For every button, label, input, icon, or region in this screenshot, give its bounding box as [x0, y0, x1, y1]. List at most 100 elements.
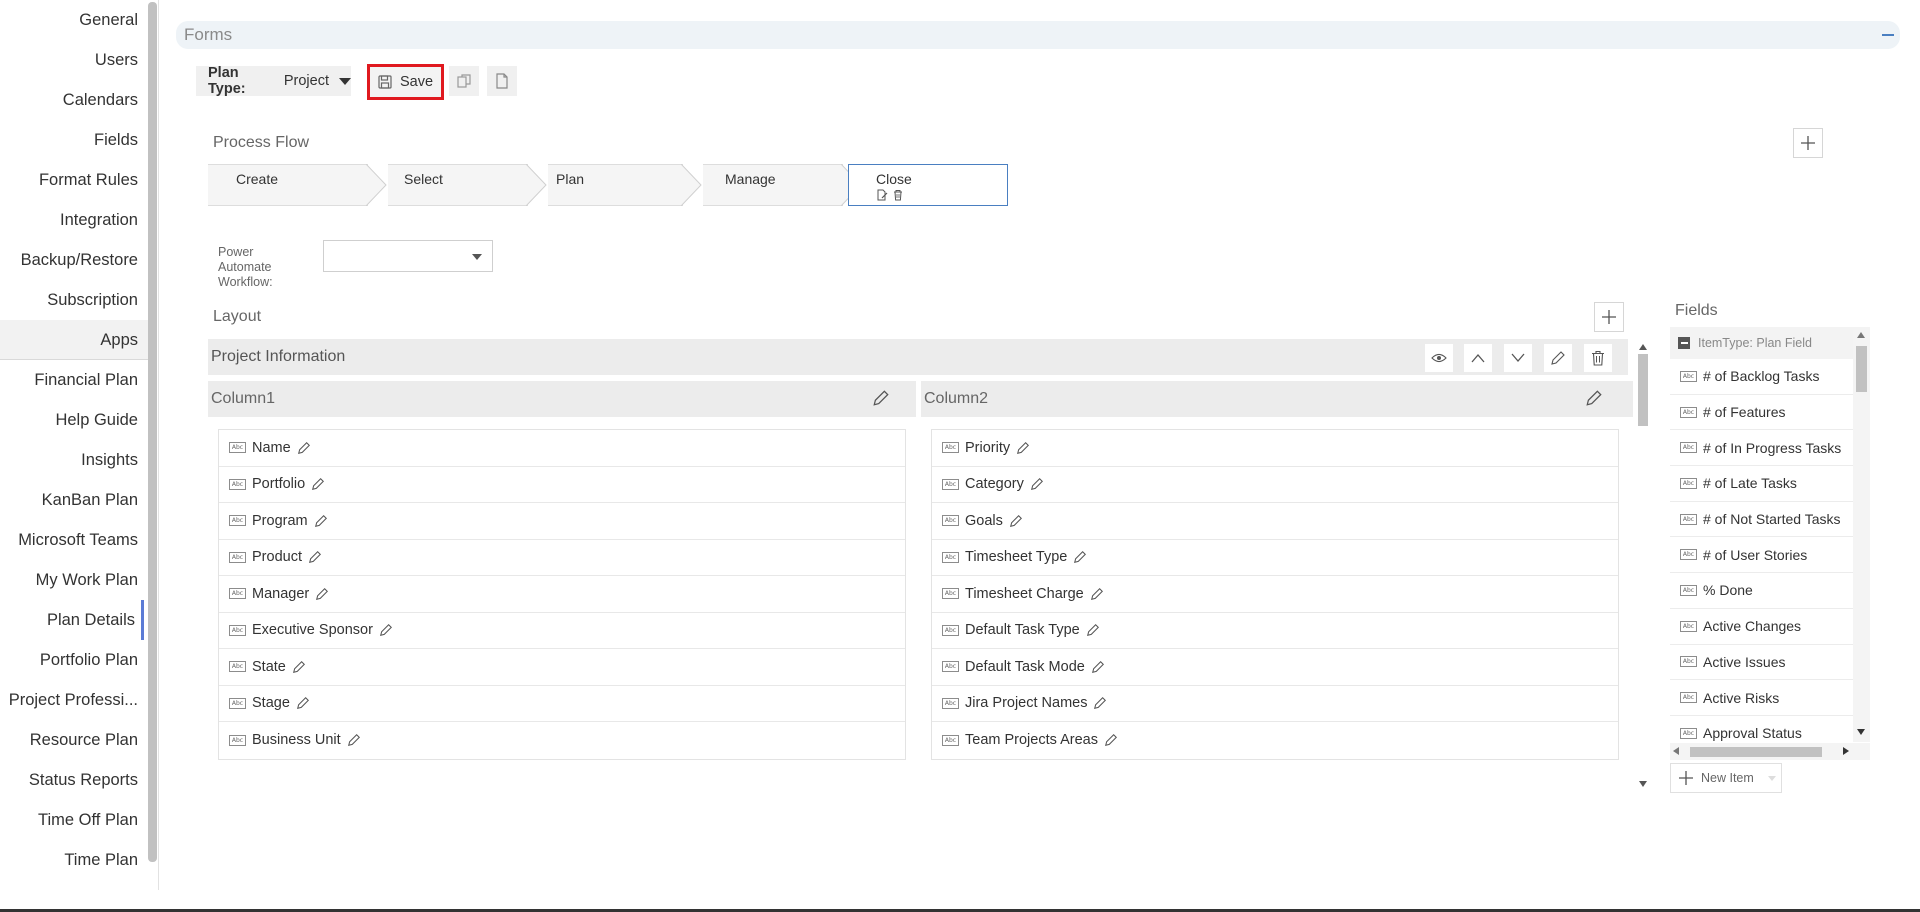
pencil-icon[interactable]	[872, 389, 890, 407]
layout-field-row[interactable]: Abc Timesheet Type	[932, 540, 1618, 576]
pencil-icon[interactable]	[308, 550, 322, 564]
pencil-icon[interactable]	[1030, 477, 1044, 491]
layout-field-row[interactable]: Abc Goals	[932, 503, 1618, 540]
pencil-icon[interactable]	[1091, 660, 1105, 674]
layout-field-row[interactable]: Abc Category	[932, 467, 1618, 503]
available-field-item[interactable]: Abc # of Features	[1670, 395, 1870, 431]
sidebar-item-financial-plan[interactable]: Financial Plan	[0, 360, 138, 400]
layout-field-row[interactable]: Abc Default Task Mode	[932, 649, 1618, 686]
available-field-item[interactable]: Abc Active Issues	[1670, 645, 1870, 681]
pencil-icon[interactable]	[296, 696, 310, 710]
forms-header[interactable]: Forms	[176, 21, 1900, 49]
layout-field-row[interactable]: Abc Name	[219, 430, 905, 467]
layout-field-row[interactable]: Abc Product	[219, 540, 905, 576]
edit-section-button[interactable]	[1544, 344, 1572, 372]
sidebar-item-users[interactable]: Users	[0, 40, 138, 80]
layout-field-row[interactable]: Abc Timesheet Charge	[932, 576, 1618, 613]
flow-step-create[interactable]: Create	[208, 164, 368, 206]
available-field-item[interactable]: Abc # of Not Started Tasks	[1670, 502, 1870, 538]
scroll-left-icon[interactable]	[1673, 747, 1679, 755]
sidebar-item-fields[interactable]: Fields	[0, 120, 138, 160]
sidebar-item-portfolio-plan[interactable]: Portfolio Plan	[0, 640, 138, 680]
add-process-step-button[interactable]	[1793, 128, 1823, 158]
sidebar-item-microsoft-teams[interactable]: Microsoft Teams	[0, 520, 138, 560]
layout-field-row[interactable]: Abc Business Unit	[219, 722, 905, 759]
column2-header[interactable]: Column2	[921, 381, 1633, 417]
pencil-icon[interactable]	[311, 477, 325, 491]
pencil-icon[interactable]	[1016, 441, 1030, 455]
pencil-icon[interactable]	[1093, 696, 1107, 710]
sidebar-item-my-work-plan[interactable]: My Work Plan	[0, 560, 138, 600]
layout-field-row[interactable]: Abc Default Task Type	[932, 613, 1618, 649]
pencil-icon[interactable]	[1086, 623, 1100, 637]
fields-group-header[interactable]: ItemType: Plan Field	[1670, 327, 1870, 359]
layout-field-row[interactable]: Abc Program	[219, 503, 905, 540]
sidebar-item-format-rules[interactable]: Format Rules	[0, 160, 138, 200]
move-down-button[interactable]	[1504, 344, 1532, 372]
layout-field-row[interactable]: Abc Jira Project Names	[932, 686, 1618, 722]
pencil-icon[interactable]	[315, 587, 329, 601]
sidebar-item-status-reports[interactable]: Status Reports	[0, 760, 138, 800]
pencil-icon[interactable]	[297, 441, 311, 455]
available-field-item[interactable]: Abc # of Backlog Tasks	[1670, 359, 1870, 395]
sidebar-scrollbar-thumb[interactable]	[148, 2, 157, 862]
edit-icon[interactable]	[876, 189, 888, 201]
plan-type-dropdown[interactable]: Plan Type: Project	[196, 65, 351, 97]
pencil-icon[interactable]	[1009, 514, 1023, 528]
sidebar-item-kanban-plan[interactable]: KanBan Plan	[0, 480, 138, 520]
sidebar-item-backup-restore[interactable]: Backup/Restore	[0, 240, 138, 280]
layout-field-row[interactable]: Abc Priority	[932, 430, 1618, 467]
sidebar-item-project-professi[interactable]: Project Professi...	[0, 680, 138, 720]
sidebar-item-help-guide[interactable]: Help Guide	[0, 400, 138, 440]
layout-field-row[interactable]: Abc Executive Sponsor	[219, 613, 905, 649]
power-automate-select[interactable]	[323, 240, 493, 272]
available-field-item[interactable]: Abc % Done	[1670, 573, 1870, 609]
available-field-item[interactable]: Abc # of Late Tasks	[1670, 466, 1870, 502]
collapse-icon[interactable]	[1882, 34, 1894, 36]
collapse-group-icon[interactable]	[1678, 337, 1690, 349]
pencil-icon[interactable]	[379, 623, 393, 637]
pencil-icon[interactable]	[314, 514, 328, 528]
pencil-icon[interactable]	[1104, 733, 1118, 747]
scroll-up-icon[interactable]	[1638, 343, 1648, 351]
fields-vertical-scrollbar-thumb[interactable]	[1856, 346, 1867, 392]
column1-header[interactable]: Column1	[208, 381, 916, 417]
sidebar-item-integration[interactable]: Integration	[0, 200, 138, 240]
available-field-item[interactable]: Abc # of User Stories	[1670, 537, 1870, 574]
sidebar-item-resource-plan[interactable]: Resource Plan	[0, 720, 138, 760]
new-item-button[interactable]: New Item	[1670, 763, 1782, 793]
layout-field-row[interactable]: Abc State	[219, 649, 905, 686]
pencil-icon[interactable]	[292, 660, 306, 674]
pencil-icon[interactable]	[347, 733, 361, 747]
scroll-up-icon[interactable]	[1857, 332, 1865, 338]
delete-section-button[interactable]	[1584, 344, 1612, 372]
sidebar-item-calendars[interactable]: Calendars	[0, 80, 138, 120]
available-field-item[interactable]: Abc Active Changes	[1670, 609, 1870, 645]
sidebar-item-apps[interactable]: Apps	[0, 320, 148, 360]
flow-step-manage[interactable]: Manage	[703, 164, 843, 206]
layout-field-row[interactable]: Abc Team Projects Areas	[932, 722, 1618, 759]
available-field-item[interactable]: Abc Active Risks	[1670, 680, 1870, 716]
pencil-icon[interactable]	[1090, 587, 1104, 601]
add-section-button[interactable]	[1594, 302, 1624, 332]
section-header[interactable]: Project Information	[208, 339, 1628, 375]
save-button[interactable]: Save	[367, 64, 444, 100]
sidebar-item-time-off-plan[interactable]: Time Off Plan	[0, 800, 138, 840]
sidebar-item-general[interactable]: General	[0, 0, 138, 40]
layout-scrollbar-thumb[interactable]	[1638, 354, 1648, 426]
pencil-icon[interactable]	[1585, 389, 1603, 407]
available-field-item[interactable]: Abc # of In Progress Tasks	[1670, 430, 1870, 467]
fields-horizontal-scrollbar-thumb[interactable]	[1690, 747, 1822, 757]
flow-step-plan[interactable]: Plan	[548, 164, 683, 206]
sidebar-item-insights[interactable]: Insights	[0, 440, 138, 480]
scroll-down-icon[interactable]	[1638, 780, 1648, 788]
new-document-button[interactable]	[487, 66, 517, 96]
move-up-button[interactable]	[1464, 344, 1492, 372]
layout-field-row[interactable]: Abc Portfolio	[219, 467, 905, 503]
flow-step-select[interactable]: Select	[388, 164, 528, 206]
scroll-down-icon[interactable]	[1857, 729, 1865, 735]
pencil-icon[interactable]	[1073, 550, 1087, 564]
delete-icon[interactable]	[892, 189, 904, 201]
sidebar-item-plan-details[interactable]: Plan Details	[0, 600, 144, 640]
copy-button[interactable]	[449, 66, 479, 96]
